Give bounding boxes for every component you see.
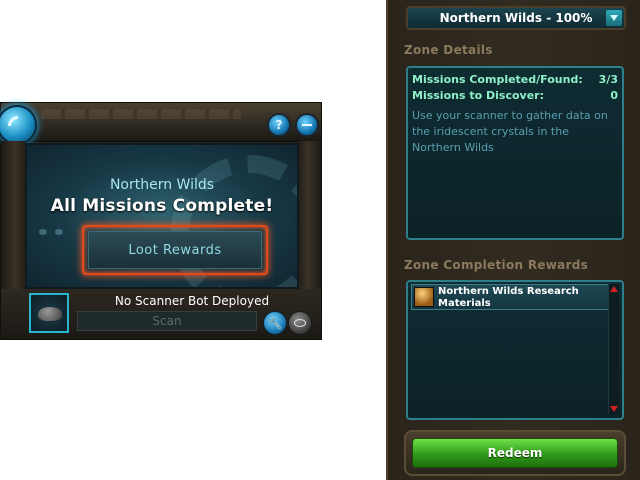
research-materials-icon [414, 287, 434, 307]
redeem-frame: Redeem [404, 430, 626, 476]
scanner-widget: ? Northern Wilds All Missions Complete! … [0, 102, 322, 340]
eye-button[interactable] [288, 311, 312, 335]
zone-select-value: Northern Wilds - 100% [439, 11, 593, 25]
list-item[interactable]: Northern Wilds Research Materials [411, 284, 611, 310]
zone-rewards-title: Zone Completion Rewards [404, 258, 589, 272]
help-button[interactable]: ? [267, 113, 291, 137]
zone-panel: Northern Wilds - 100% Zone Details Missi… [386, 0, 640, 480]
missions-to-discover-label: Missions to Discover: [412, 89, 544, 102]
zone-description: Use your scanner to gather data on the i… [412, 109, 608, 154]
zone-details-box: Missions Completed/Found: 3/3 Missions t… [406, 66, 624, 240]
wrench-icon: 🔧 [267, 316, 283, 330]
rewards-scrollbar[interactable] [608, 284, 619, 414]
scroll-down-icon[interactable] [610, 406, 618, 412]
scanner-screen: Northern Wilds All Missions Complete! Lo… [25, 143, 299, 289]
chevron-down-icon[interactable] [606, 10, 622, 26]
missions-to-discover-row: Missions to Discover: 0 [412, 89, 620, 102]
reward-label: Northern Wilds Research Materials [438, 286, 579, 309]
bot-status-text: No Scanner Bot Deployed [114, 294, 270, 308]
scan-field[interactable]: Scan [77, 311, 257, 331]
missions-complete-headline: All Missions Complete! [50, 196, 274, 216]
redeem-button[interactable]: Redeem [412, 438, 618, 468]
zone-details-title: Zone Details [404, 43, 493, 57]
missions-completed-value: 3/3 [598, 73, 618, 86]
loot-rewards-button[interactable]: Loot Rewards [82, 225, 268, 275]
scanner-bot-icon [38, 307, 62, 321]
zone-select[interactable]: Northern Wilds - 100% [406, 6, 626, 30]
missions-completed-row: Missions Completed/Found: 3/3 [412, 73, 620, 86]
zone-name: Northern Wilds [109, 177, 215, 193]
scanner-bot-slot[interactable] [29, 293, 69, 333]
loot-rewards-label: Loot Rewards [88, 231, 262, 269]
rewards-list: Northern Wilds Research Materials [406, 280, 624, 420]
scanner-right-frame [299, 141, 321, 291]
scanner-left-frame [1, 141, 25, 291]
missions-to-discover-value: 0 [610, 89, 618, 102]
robot-eyes-icon [39, 229, 69, 237]
scroll-up-icon[interactable] [610, 286, 618, 292]
wrench-button[interactable]: 🔧 [263, 311, 287, 335]
missions-completed-label: Missions Completed/Found: [412, 73, 583, 86]
minimize-button[interactable] [295, 113, 319, 137]
